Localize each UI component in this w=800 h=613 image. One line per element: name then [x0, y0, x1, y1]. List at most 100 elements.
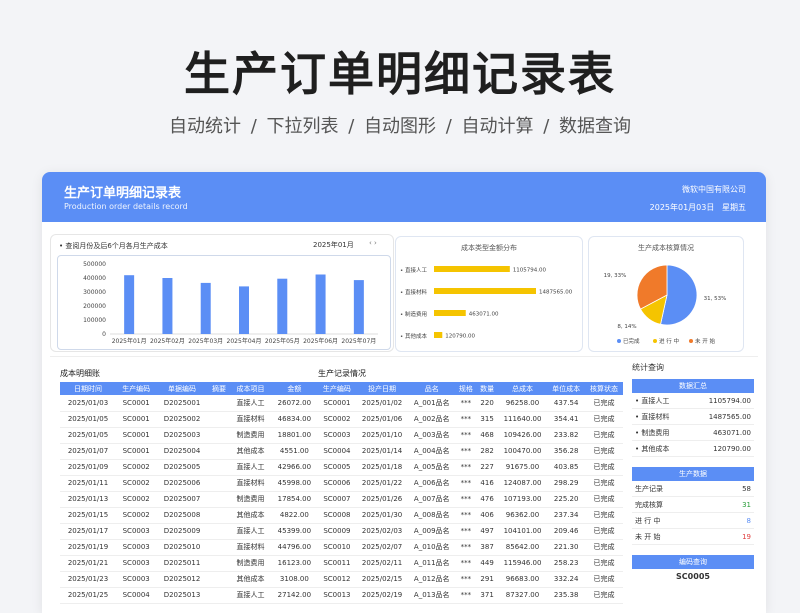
category-label: • 直接材料 — [400, 288, 427, 296]
chart-title: 成本类型金额分布 — [461, 243, 517, 252]
table-cell — [207, 507, 231, 524]
legend-swatch — [653, 339, 657, 343]
table-cell — [207, 523, 231, 540]
table-cell: 已完成 — [585, 411, 623, 428]
weekday-text: 星期五 — [722, 203, 746, 212]
table-cell: SC0001 — [116, 427, 157, 444]
table-cell: SC0004 — [116, 587, 157, 604]
prod-table-row[interactable]: SC0008 2025/01/30 A_008品名 *** 406 96362.00 237… — [318, 507, 623, 524]
table-cell: 2025/01/25 — [60, 587, 116, 604]
cost-table-row[interactable]: 2025/01/21 SC0003 D2025011 制造费用 16123.00 — [60, 555, 318, 572]
month-selector[interactable]: 2025年01月 — [313, 240, 354, 250]
table-cell: 109426.00 — [497, 427, 548, 444]
table-cell: 354.41 — [547, 411, 586, 428]
prod-table-row[interactable]: SC0007 2025/01/26 A_007品名 *** 476 107193.00 22… — [318, 491, 623, 508]
table-cell: 3108.00 — [270, 571, 318, 588]
cost-table-row[interactable]: 2025/01/07 SC0001 D2025004 其他成本 4551.00 — [60, 443, 318, 460]
table-cell: D2025010 — [156, 539, 208, 556]
query-code-input[interactable]: SC0005 — [632, 569, 754, 585]
prod-table-row[interactable]: SC0010 2025/02/07 A_010品名 *** 387 85642.00 221… — [318, 539, 623, 556]
table-cell: 220 — [476, 395, 498, 412]
table-cell: 2025/01/14 — [355, 443, 409, 460]
prod-table-row[interactable]: SC0012 2025/02/15 A_012品名 *** 291 96683.00 332… — [318, 571, 623, 588]
table-cell: 2025/01/23 — [60, 571, 116, 588]
table-cell: 416 — [476, 475, 498, 492]
prod-table-row[interactable]: SC0011 2025/02/11 A_011品名 *** 449 115946.00 25… — [318, 555, 623, 572]
prod-table-row[interactable]: SC0005 2025/01/18 A_005品名 *** 227 91675.00 403… — [318, 459, 623, 476]
cost-table-row[interactable]: 2025/01/11 SC0002 D2025006 直接材料 45998.00 — [60, 475, 318, 492]
table-cell: 104101.00 — [497, 523, 548, 540]
table-cell: 27142.00 — [270, 587, 318, 604]
cost-table-row[interactable]: 2025/01/25 SC0004 D2025013 直接人工 27142.00 — [60, 587, 318, 604]
cost-type-chart: 成本类型金额分布 • 直接人工 1105794.00 • 直接材料 1487565.00… — [400, 243, 573, 340]
table-cell: SC0005 — [318, 459, 356, 476]
legend-label: 已完成 — [623, 337, 640, 345]
summary-row: • 直接人工 1105794.00 — [632, 393, 754, 409]
legend-label: 进 行 中 — [659, 337, 679, 345]
table-cell: 直接材料 — [230, 411, 271, 428]
prod-table-row[interactable]: SC0006 2025/01/22 A_006品名 *** 416 124087.00 29… — [318, 475, 623, 492]
cost-table-row[interactable]: 2025/01/15 SC0002 D2025008 其他成本 4822.00 — [60, 507, 318, 524]
table-cell: SC0001 — [116, 411, 157, 428]
table-cell: *** — [455, 395, 477, 412]
table-cell: 已完成 — [585, 491, 623, 508]
side-value: 1105794.00 — [708, 397, 751, 405]
data-label: 1487565.00 — [539, 290, 573, 296]
column-header: 生产编码 — [318, 382, 356, 395]
cost-table-row[interactable]: 2025/01/03 SC0001 D2025001 直接人工 26072.00 — [60, 395, 318, 412]
cost-table-header: 日期时间 生产编码 单据编码 摘要 成本项目 金额 — [60, 382, 318, 395]
table-cell: 26072.00 — [270, 395, 318, 412]
table-cell: SC0013 — [318, 587, 356, 604]
hbar — [434, 332, 443, 338]
column-header: 总成本 — [497, 382, 548, 395]
table-cell: D2025002 — [156, 411, 208, 428]
cost-table-row[interactable]: 2025/01/23 SC0003 D2025012 其他成本 3108.00 — [60, 571, 318, 588]
cost-table-row[interactable]: 2025/01/05 SC0001 D2025002 直接材料 46834.00 — [60, 411, 318, 428]
side-value: 19 — [742, 533, 751, 541]
slice-label: 31, 53% — [704, 296, 727, 302]
month-stepper[interactable]: ‹ › — [369, 239, 377, 247]
prod-table-row[interactable]: SC0003 2025/01/10 A_003品名 *** 468 109426.00 23… — [318, 427, 623, 444]
prod-table-row[interactable]: SC0001 2025/01/02 A_001品名 *** 220 96258.00 437… — [318, 395, 623, 412]
cost-table-row[interactable]: 2025/01/05 SC0001 D2025003 制造费用 18801.00 — [60, 427, 318, 444]
table-cell: 已完成 — [585, 507, 623, 524]
table-cell: 2025/01/03 — [60, 395, 116, 412]
x-tick-label: 2025年07月 — [341, 337, 376, 345]
code-query-header: 编码查询 — [632, 555, 754, 569]
app-header: 生产订单明细记录表 Production order details recor… — [42, 172, 766, 222]
prod-data-header: 生产数据 — [632, 467, 754, 481]
table-cell: *** — [455, 427, 477, 444]
table-cell: SC0002 — [116, 475, 157, 492]
prod-table-row[interactable]: SC0004 2025/01/14 A_004品名 *** 282 100470.00 35… — [318, 443, 623, 460]
table-cell: SC0008 — [318, 507, 356, 524]
cost-table-row[interactable]: 2025/01/13 SC0002 D2025007 制造费用 17854.00 — [60, 491, 318, 508]
table-cell: *** — [455, 539, 477, 556]
table-cell — [207, 459, 231, 476]
cost-table-row[interactable]: 2025/01/17 SC0003 D2025009 直接人工 45399.00 — [60, 523, 318, 540]
table-cell: 2025/02/11 — [355, 555, 409, 572]
table-cell: 91675.00 — [497, 459, 548, 476]
legend-swatch — [617, 339, 621, 343]
y-tick-label: 0 — [102, 331, 106, 338]
table-cell: 2025/01/05 — [60, 427, 116, 444]
table-cell: 直接人工 — [230, 523, 271, 540]
table-cell: SC0010 — [318, 539, 356, 556]
app-title-en: Production order details record — [64, 202, 188, 211]
cost-table-row[interactable]: 2025/01/19 SC0003 D2025010 直接材料 44796.00 — [60, 539, 318, 556]
bar — [162, 278, 173, 334]
table-cell — [207, 539, 231, 556]
bar — [353, 280, 364, 334]
x-tick-label: 2025年06月 — [303, 337, 338, 345]
cost-table-row[interactable]: 2025/01/09 SC0002 D2025005 直接人工 42966.00 — [60, 459, 318, 476]
table-cell: D2025011 — [156, 555, 208, 572]
table-cell — [207, 491, 231, 508]
side-label: • 直接人工 — [635, 397, 670, 405]
prod-table-row[interactable]: SC0013 2025/02/19 A_013品名 *** 371 87327.00 235… — [318, 587, 623, 604]
x-tick-label: 2025年04月 — [227, 337, 262, 345]
table-cell: 124087.00 — [497, 475, 548, 492]
prod-table-row[interactable]: SC0009 2025/02/03 A_009品名 *** 497 104101.00 20… — [318, 523, 623, 540]
prod-table-row[interactable]: SC0002 2025/01/06 A_002品名 *** 315 111640.00 35… — [318, 411, 623, 428]
table-cell: SC0009 — [318, 523, 356, 540]
table-cell: A_009品名 — [408, 523, 456, 540]
summary-row: • 其他成本 120790.00 — [632, 441, 754, 457]
